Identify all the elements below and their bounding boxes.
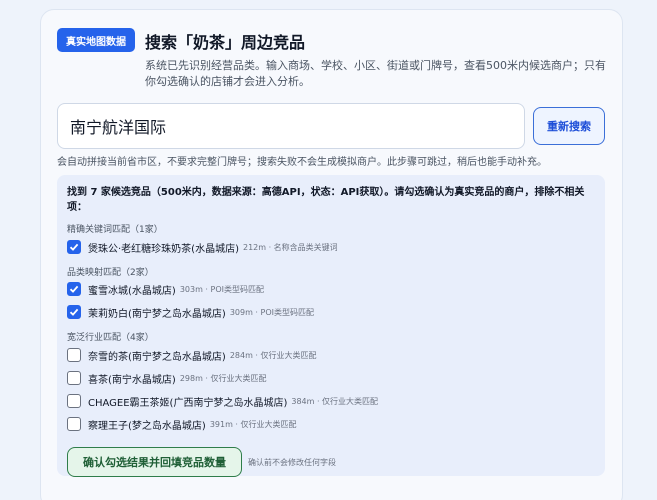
candidate-name: CHAGEE霸王茶姬(广西南宁梦之岛水晶城店) — [88, 397, 288, 409]
candidate-checkbox[interactable] — [67, 305, 81, 319]
confirm-selection-button[interactable]: 确认勾选结果并回填竞品数量 — [67, 447, 242, 477]
group-label-exact: 精确关键词匹配（1家） — [67, 225, 163, 235]
check-icon — [69, 243, 79, 251]
candidate-checkbox[interactable] — [67, 282, 81, 296]
candidate-checkbox[interactable] — [67, 394, 81, 408]
candidate-meta: 384m · 仅行业大类匹配 — [291, 396, 379, 406]
research-button[interactable]: 重新搜索 — [533, 107, 605, 145]
check-icon — [69, 308, 79, 316]
candidate-name: 奈雪的茶(南宁梦之岛水晶城店) — [88, 351, 226, 363]
candidate-name: 茉莉奶白(南宁梦之岛水晶城店) — [88, 308, 226, 320]
group-label-category: 品类映射匹配（2家） — [67, 268, 154, 278]
candidate-row[interactable]: CHAGEE霸王茶姬(广西南宁梦之岛水晶城店) 384m · 仅行业大类匹配 — [67, 392, 378, 410]
candidate-name: 煲珠公·老红糖珍珠奶茶(水晶城店) — [88, 243, 239, 255]
candidate-checkbox[interactable] — [67, 371, 81, 385]
candidate-name: 喜茶(南宁水晶城店) — [88, 374, 176, 386]
real-map-data-badge: 真实地图数据 — [57, 28, 135, 52]
candidate-meta: 212m · 名称含品类关键词 — [242, 242, 338, 252]
candidate-meta: 391m · 仅行业大类匹配 — [209, 419, 297, 429]
candidate-meta: 284m · 仅行业大类匹配 — [229, 350, 317, 360]
candidate-checkbox[interactable] — [67, 348, 81, 362]
candidate-row[interactable]: 茉莉奶白(南宁梦之岛水晶城店) 309m · POI类型码匹配 — [67, 303, 314, 321]
candidate-name: 蜜雪冰城(水晶城店) — [88, 285, 176, 297]
location-search-input[interactable] — [57, 103, 525, 149]
confirm-note: 确认前不会修改任何字段 — [248, 458, 336, 467]
check-icon — [69, 285, 79, 293]
candidate-meta: 303m · POI类型码匹配 — [179, 284, 264, 294]
group-label-industry: 宽泛行业匹配（4家） — [67, 333, 154, 343]
page-description: 系统已先识别经营品类。输入商场、学校、小区、街道或门牌号，查看500米内候选商户… — [145, 59, 606, 88]
results-summary: 找到 7 家候选竞品（500米内，数据来源：高德API，状态：API获取）。请勾… — [67, 187, 585, 213]
search-hint: 会自动拼接当前省市区，不要求完整门牌号；搜索失败不会生成模拟商户。此步骤可跳过，… — [57, 157, 547, 168]
candidate-name: 察理王子(梦之岛水晶城店) — [88, 420, 206, 432]
candidate-meta: 309m · POI类型码匹配 — [229, 307, 314, 317]
page-title: 搜索「奶茶」周边竞品 — [145, 33, 306, 52]
candidate-meta: 298m · 仅行业大类匹配 — [179, 373, 267, 383]
candidate-checkbox[interactable] — [67, 240, 81, 254]
competitor-search-card: 真实地图数据 搜索「奶茶」周边竞品 系统已先识别经营品类。输入商场、学校、小区、… — [40, 9, 623, 500]
candidate-row[interactable]: 奈雪的茶(南宁梦之岛水晶城店) 284m · 仅行业大类匹配 — [67, 346, 317, 364]
candidate-row[interactable]: 煲珠公·老红糖珍珠奶茶(水晶城店) 212m · 名称含品类关键词 — [67, 238, 338, 256]
candidate-results-panel: 找到 7 家候选竞品（500米内，数据来源：高德API，状态：API获取）。请勾… — [57, 175, 605, 477]
candidate-row[interactable]: 察理王子(梦之岛水晶城店) 391m · 仅行业大类匹配 — [67, 415, 297, 433]
candidate-row[interactable]: 喜茶(南宁水晶城店) 298m · 仅行业大类匹配 — [67, 369, 267, 387]
candidate-checkbox[interactable] — [67, 417, 81, 431]
candidate-row[interactable]: 蜜雪冰城(水晶城店) 303m · POI类型码匹配 — [67, 280, 264, 298]
